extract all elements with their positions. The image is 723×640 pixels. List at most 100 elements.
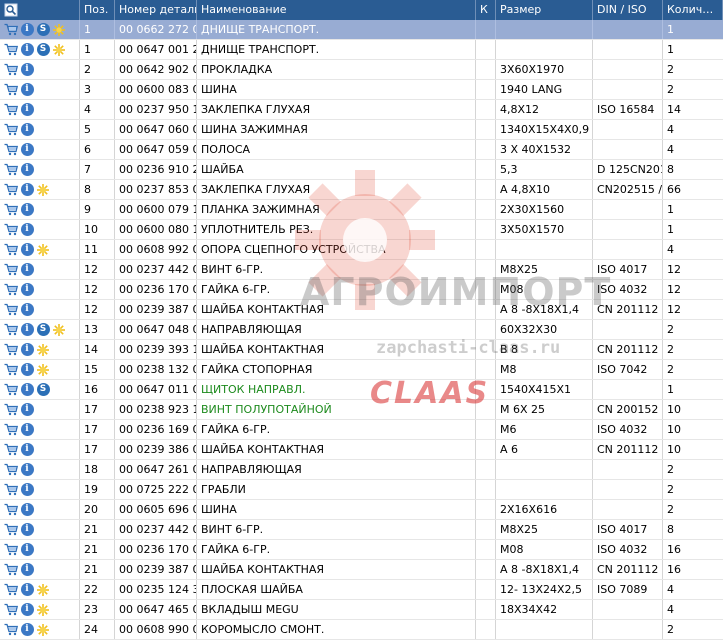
table-row[interactable]: i 9 00 0600 079 1 ПЛАНКА ЗАЖИМНАЯ 2X30X1560 1	[0, 200, 723, 220]
cart-icon[interactable]	[4, 223, 18, 237]
table-row[interactable]: i 2 00 0642 902 0 ПРОКЛАДКА 3X60X1970 2	[0, 60, 723, 80]
table-row[interactable]: i 23 00 0647 465 0 ВКЛАДЫШ MEGU 18X34X42 4	[0, 600, 723, 620]
table-row[interactable]: i 17 00 0239 386 0 ШАЙБА КОНТАКТНАЯ A 6 CN 20…	[0, 440, 723, 460]
table-row[interactable]: i 21 00 0237 442 0 ВИНТ 6-ГР. M8X25 ISO 4017 8	[0, 520, 723, 540]
table-row[interactable]: i 10 00 0600 080 1 УПЛОТНИТЕЛЬ РЕЗ. 3X50X157…	[0, 220, 723, 240]
cart-icon[interactable]	[4, 143, 18, 157]
cart-icon[interactable]	[4, 623, 18, 637]
cart-icon[interactable]	[4, 303, 18, 317]
s-badge-icon[interactable]: S	[36, 23, 50, 37]
cart-icon[interactable]	[4, 183, 18, 197]
cart-icon[interactable]	[4, 443, 18, 457]
cart-icon[interactable]	[4, 363, 18, 377]
table-row[interactable]: i 6 00 0647 059 0 ПОЛОСА 3 X 40X1532 4	[0, 140, 723, 160]
info-icon[interactable]: i	[20, 303, 34, 317]
table-row[interactable]: i 24 00 0608 990 0 КОРОМЫСЛО СМОНТ. 2	[0, 620, 723, 640]
s-badge-icon[interactable]: S	[36, 43, 50, 57]
info-icon[interactable]: i	[20, 43, 34, 57]
cart-icon[interactable]	[4, 383, 18, 397]
cart-icon[interactable]	[4, 103, 18, 117]
table-row[interactable]: i 12 00 0239 387 0 ШАЙБА КОНТАКТНАЯ A 8 -8X1…	[0, 300, 723, 320]
cart-icon[interactable]	[4, 403, 18, 417]
cart-icon[interactable]	[4, 263, 18, 277]
star-icon[interactable]	[36, 363, 50, 377]
cart-icon[interactable]	[4, 123, 18, 137]
table-row[interactable]: i S 1 00 0647 001 2 ДНИЩЕ ТРАНСПОРТ. 1	[0, 40, 723, 60]
header-name[interactable]: Наименование	[197, 0, 476, 20]
cart-icon[interactable]	[4, 423, 18, 437]
table-row[interactable]: i 21 00 0239 387 0 ШАЙБА КОНТАКТНАЯ A 8 -8X1…	[0, 560, 723, 580]
star-icon[interactable]	[36, 183, 50, 197]
info-icon[interactable]: i	[20, 483, 34, 497]
cart-icon[interactable]	[4, 83, 18, 97]
info-icon[interactable]: i	[20, 403, 34, 417]
cart-icon[interactable]	[4, 163, 18, 177]
info-icon[interactable]: i	[20, 283, 34, 297]
star-icon[interactable]	[36, 243, 50, 257]
info-icon[interactable]: i	[20, 603, 34, 617]
table-row[interactable]: i 15 00 0238 132 0 ГАЙКА СТОПОРНАЯ M8 ISO 704…	[0, 360, 723, 380]
table-row[interactable]: i 22 00 0235 124 3 ПЛОСКАЯ ШАЙБА 12- 13X24X2…	[0, 580, 723, 600]
cart-icon[interactable]	[4, 323, 18, 337]
header-size[interactable]: Размер	[496, 0, 593, 20]
table-row[interactable]: i 3 00 0600 083 0 ШИНА 1940 LANG 2	[0, 80, 723, 100]
info-icon[interactable]: i	[20, 563, 34, 577]
info-icon[interactable]: i	[20, 243, 34, 257]
table-row[interactable]: i 12 00 0236 170 0 ГАЙКА 6-ГР. M08 ISO 4032 12	[0, 280, 723, 300]
table-row[interactable]: i 17 00 0238 923 1 ВИНТ ПОЛУПОТАЙНОЙ M 6X 25…	[0, 400, 723, 420]
s-badge-icon[interactable]: S	[36, 383, 50, 397]
cart-icon[interactable]	[4, 63, 18, 77]
info-icon[interactable]: i	[20, 223, 34, 237]
info-icon[interactable]: i	[20, 583, 34, 597]
info-icon[interactable]: i	[20, 443, 34, 457]
table-row[interactable]: i S 16 00 0647 011 0 ЩИТОК НАПРАВЛ. 1540X415X…	[0, 380, 723, 400]
cart-icon[interactable]	[4, 343, 18, 357]
info-icon[interactable]: i	[20, 123, 34, 137]
table-row[interactable]: i 12 00 0237 442 0 ВИНТ 6-ГР. M8X25 ISO 4017 1…	[0, 260, 723, 280]
info-icon[interactable]: i	[20, 83, 34, 97]
cart-icon[interactable]	[4, 503, 18, 517]
info-icon[interactable]: i	[20, 363, 34, 377]
info-icon[interactable]: i	[20, 163, 34, 177]
header-pos[interactable]: Поз.	[80, 0, 115, 20]
cart-icon[interactable]	[4, 603, 18, 617]
table-row[interactable]: i 20 00 0605 696 0 ШИНА 2X16X616 2	[0, 500, 723, 520]
info-icon[interactable]: i	[20, 543, 34, 557]
cart-icon[interactable]	[4, 283, 18, 297]
cart-icon[interactable]	[4, 563, 18, 577]
star-icon[interactable]	[36, 623, 50, 637]
header-number[interactable]: Номер детали	[115, 0, 197, 20]
table-row[interactable]: i 11 00 0608 992 0 ОПОРА СЦЕПНОГО УСТРОЙСТВ…	[0, 240, 723, 260]
cart-icon[interactable]	[4, 23, 18, 37]
table-row[interactable]: i 21 00 0236 170 0 ГАЙКА 6-ГР. M08 ISO 4032 16	[0, 540, 723, 560]
info-icon[interactable]: i	[20, 523, 34, 537]
info-icon[interactable]: i	[20, 23, 34, 37]
table-row[interactable]: i 14 00 0239 393 1 ШАЙБА КОНТАКТНАЯ B 8 CN 20…	[0, 340, 723, 360]
cart-icon[interactable]	[4, 583, 18, 597]
header-qty[interactable]: Колич…	[663, 0, 723, 20]
table-row[interactable]: i 7 00 0236 910 2 ШАЙБА 5,3 D 125CN201 8	[0, 160, 723, 180]
info-icon[interactable]: i	[20, 343, 34, 357]
table-row[interactable]: i 17 00 0236 169 0 ГАЙКА 6-ГР. M6 ISO 4032 10	[0, 420, 723, 440]
header-search-cell[interactable]	[0, 0, 80, 20]
star-icon[interactable]	[36, 583, 50, 597]
info-icon[interactable]: i	[20, 623, 34, 637]
cart-icon[interactable]	[4, 43, 18, 57]
search-icon[interactable]	[4, 3, 18, 17]
table-row[interactable]: i 19 00 0725 222 0 ГРАБЛИ 2	[0, 480, 723, 500]
table-row[interactable]: i S 1 00 0662 272 0 ДНИЩЕ ТРАНСПОРТ. 1	[0, 20, 723, 40]
info-icon[interactable]: i	[20, 263, 34, 277]
table-row[interactable]: i 4 00 0237 950 1 ЗАКЛЕПКА ГЛУХАЯ 4,8X12 ISO …	[0, 100, 723, 120]
info-icon[interactable]: i	[20, 323, 34, 337]
info-icon[interactable]: i	[20, 383, 34, 397]
info-icon[interactable]: i	[20, 63, 34, 77]
table-row[interactable]: i 8 00 0237 853 0 ЗАКЛЕПКА ГЛУХАЯ A 4,8X10 CN…	[0, 180, 723, 200]
table-row[interactable]: i S 13 00 0647 048 0 НАПРАВЛЯЮЩАЯ 60X32X30 2	[0, 320, 723, 340]
cart-icon[interactable]	[4, 463, 18, 477]
star-icon[interactable]	[52, 43, 66, 57]
cart-icon[interactable]	[4, 483, 18, 497]
table-row[interactable]: i 5 00 0647 060 0 ШИНА ЗАЖИМНАЯ 1340X15X4X0,…	[0, 120, 723, 140]
star-icon[interactable]	[52, 323, 66, 337]
s-badge-icon[interactable]: S	[36, 323, 50, 337]
star-icon[interactable]	[36, 603, 50, 617]
